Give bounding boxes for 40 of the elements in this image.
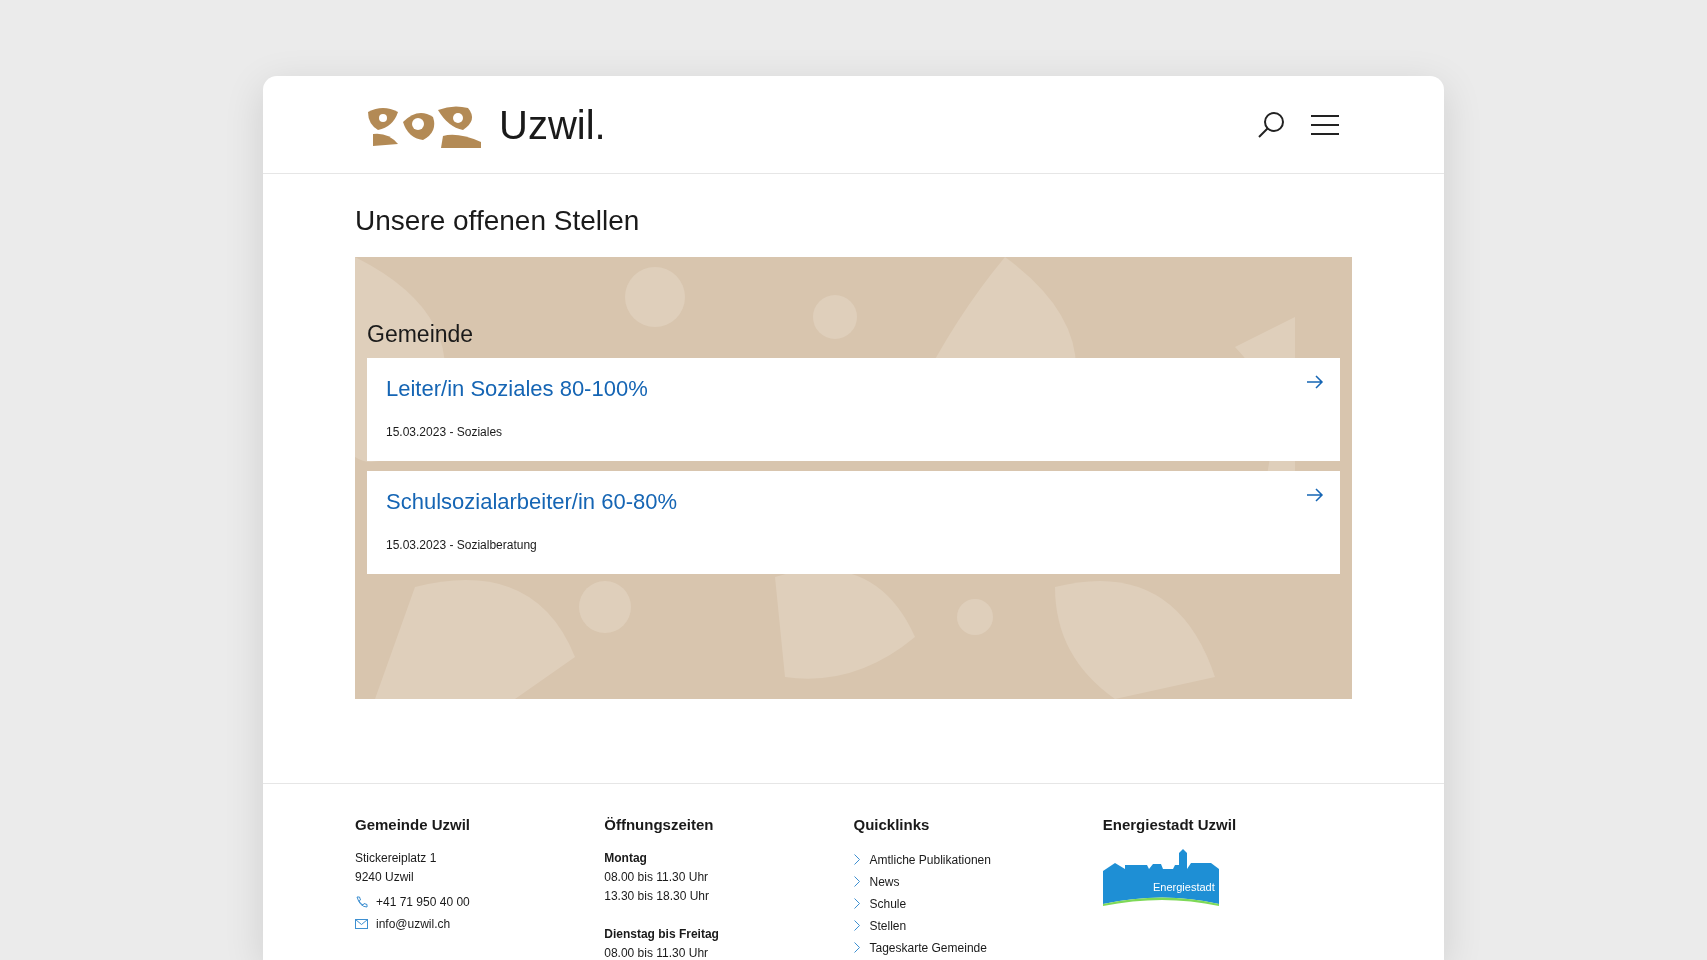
search-icon[interactable]	[1256, 109, 1286, 140]
chevron-icon	[853, 942, 860, 953]
phone-link[interactable]: +41 71 950 40 00	[376, 892, 470, 911]
address-line: 9240 Uzwil	[355, 868, 415, 886]
chevron-icon	[853, 920, 860, 931]
brand-name: Uzwil.	[499, 104, 606, 145]
logo-caption: Energiestadt	[1153, 879, 1215, 895]
section-title: Gemeinde	[367, 320, 475, 349]
column-heading: Quicklinks	[853, 815, 931, 835]
email-link[interactable]: info@uzwil.ch	[376, 914, 451, 933]
chevron-icon	[853, 898, 860, 909]
energiestadt-logo[interactable]: Energiestadt	[1102, 848, 1219, 907]
quick-link[interactable]: Amtliche Publikationen	[869, 850, 991, 869]
day-label: Dienstag bis Freitag	[604, 925, 720, 943]
column-heading: Gemeinde Uzwil	[355, 815, 472, 835]
mail-icon	[355, 917, 368, 930]
quick-link[interactable]: Schule	[869, 894, 907, 913]
job-meta: 15.03.2023 - Soziales	[386, 423, 503, 441]
arrow-icon[interactable]	[1306, 373, 1324, 390]
job-card[interactable]: Schulsozialarbeiter/in 60-80% 15.03.2023 - Sozialberatung	[367, 470, 1340, 574]
chevron-icon	[853, 876, 860, 887]
phone-icon	[355, 895, 368, 908]
column-heading: Öffnungszeiten	[604, 815, 715, 835]
opening-time: 13.30 bis 18.30 Uhr	[604, 887, 710, 905]
job-card[interactable]: Leiter/in Soziales 80-100% 15.03.2023 - Soziales	[367, 357, 1340, 461]
job-title[interactable]: Schulsozialarbeiter/in 60-80%	[386, 484, 1321, 518]
arrow-icon[interactable]	[1306, 486, 1324, 503]
menu-icon[interactable]	[1310, 113, 1340, 136]
job-meta: 15.03.2023 - Sozialberatung	[386, 536, 537, 554]
column-heading: Energiestadt Uzwil	[1102, 815, 1238, 835]
opening-time: 08.00 bis 11.30 Uhr	[604, 944, 710, 960]
address-line: Stickereiplatz 1	[355, 849, 438, 867]
page-title: Unsere offenen Stellen	[355, 204, 641, 238]
quick-link[interactable]: Tageskarte Gemeinde	[869, 938, 987, 957]
quick-link[interactable]: News	[869, 872, 900, 891]
opening-time: 08.00 bis 11.30 Uhr	[604, 868, 710, 886]
job-title[interactable]: Leiter/in Soziales 80-100%	[386, 371, 1321, 405]
quick-link[interactable]: Stellen	[869, 916, 907, 935]
day-label: Montag	[604, 849, 648, 867]
chevron-icon	[853, 854, 860, 865]
